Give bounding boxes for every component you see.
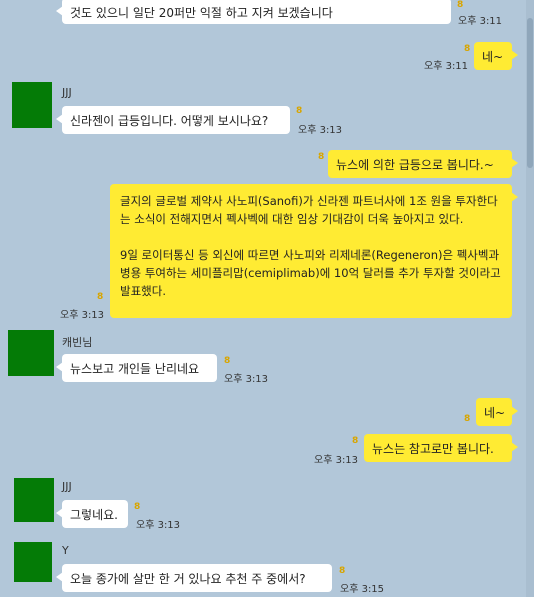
- scrollbar-thumb[interactable]: [527, 18, 533, 168]
- sender-name: JJJ: [62, 86, 72, 99]
- sender-name: Y: [62, 544, 69, 557]
- message-bubble[interactable]: 신라젠이 급등입니다. 어떻게 보시나요?: [56, 106, 290, 134]
- unread-count: 8: [134, 502, 141, 512]
- timestamp: 오후 3:13: [298, 125, 343, 136]
- sender-name: 캐빈님: [62, 336, 93, 349]
- message-bubble[interactable]: 뉴스보고 개인들 난리네요: [56, 354, 217, 382]
- unread-count: 8: [457, 0, 464, 10]
- timestamp: 오후 3:13: [314, 455, 359, 466]
- unread-count: 8: [296, 106, 303, 116]
- message-bubble[interactable]: 그렇네요.: [56, 500, 128, 528]
- message-text: 것도 있으니 일단 20퍼만 익절 하고 지켜 보겠습니다: [70, 6, 333, 20]
- avatar[interactable]: [14, 542, 52, 582]
- timestamp: 오후 3:13: [224, 374, 269, 385]
- sender-name: JJJ: [62, 480, 72, 493]
- message-text: 신라젠이 급등입니다. 어떻게 보시나요?: [70, 114, 269, 128]
- unread-count: 8: [224, 356, 231, 366]
- message-bubble[interactable]: 네~: [476, 398, 518, 426]
- timestamp: 오후 3:11: [458, 16, 503, 27]
- timestamp: 오후 3:13: [136, 520, 181, 531]
- avatar[interactable]: [8, 330, 54, 376]
- message-bubble[interactable]: 뉴스는 참고로만 봅니다.: [364, 434, 518, 462]
- avatar[interactable]: [14, 478, 54, 522]
- chat-log: 것도 있으니 일단 20퍼만 익절 하고 지켜 보겠습니다 8 오후 3:11 …: [0, 0, 534, 597]
- message-paragraph: 9일 로이터통신 등 외신에 따르면 사노피와 리제네론(Regeneron)은…: [120, 248, 501, 298]
- message-bubble[interactable]: 오늘 종가에 살만 한 거 있나요 추천 주 중에서?: [56, 564, 332, 592]
- unread-count: 8: [318, 152, 325, 162]
- unread-count: 8: [464, 414, 471, 424]
- unread-count: 8: [339, 566, 346, 576]
- timestamp: 오후 3:11: [424, 61, 469, 72]
- unread-count: 8: [352, 436, 359, 446]
- message-text: 뉴스는 참고로만 봅니다.: [372, 442, 494, 456]
- message-text: 네~: [484, 406, 506, 420]
- message-text: 네~: [482, 50, 504, 64]
- unread-count: 8: [97, 292, 104, 302]
- unread-count: 8: [464, 44, 471, 54]
- message-bubble[interactable]: 뉴스에 의한 급등으로 봅니다.~: [328, 150, 518, 178]
- timestamp: 오후 3:13: [60, 310, 105, 321]
- message-paragraph: 글지의 글로벌 제약사 사노피(Sanofi)가 신라젠 파트너사에 1조 원을…: [120, 194, 498, 226]
- message-text: 그렇네요.: [70, 508, 118, 522]
- message-text: 뉴스에 의한 급등으로 봅니다.~: [336, 158, 494, 172]
- avatar[interactable]: [12, 82, 52, 128]
- message-bubble[interactable]: 것도 있으니 일단 20퍼만 익절 하고 지켜 보겠습니다: [56, 0, 451, 24]
- scrollbar[interactable]: [526, 0, 534, 597]
- timestamp: 오후 3:15: [340, 584, 385, 595]
- message-bubble[interactable]: 글지의 글로벌 제약사 사노피(Sanofi)가 신라젠 파트너사에 1조 원을…: [110, 184, 518, 318]
- message-text: 오늘 종가에 살만 한 거 있나요 추천 주 중에서?: [70, 572, 306, 586]
- message-bubble[interactable]: 네~: [474, 42, 518, 70]
- message-text: 뉴스보고 개인들 난리네요: [70, 362, 200, 376]
